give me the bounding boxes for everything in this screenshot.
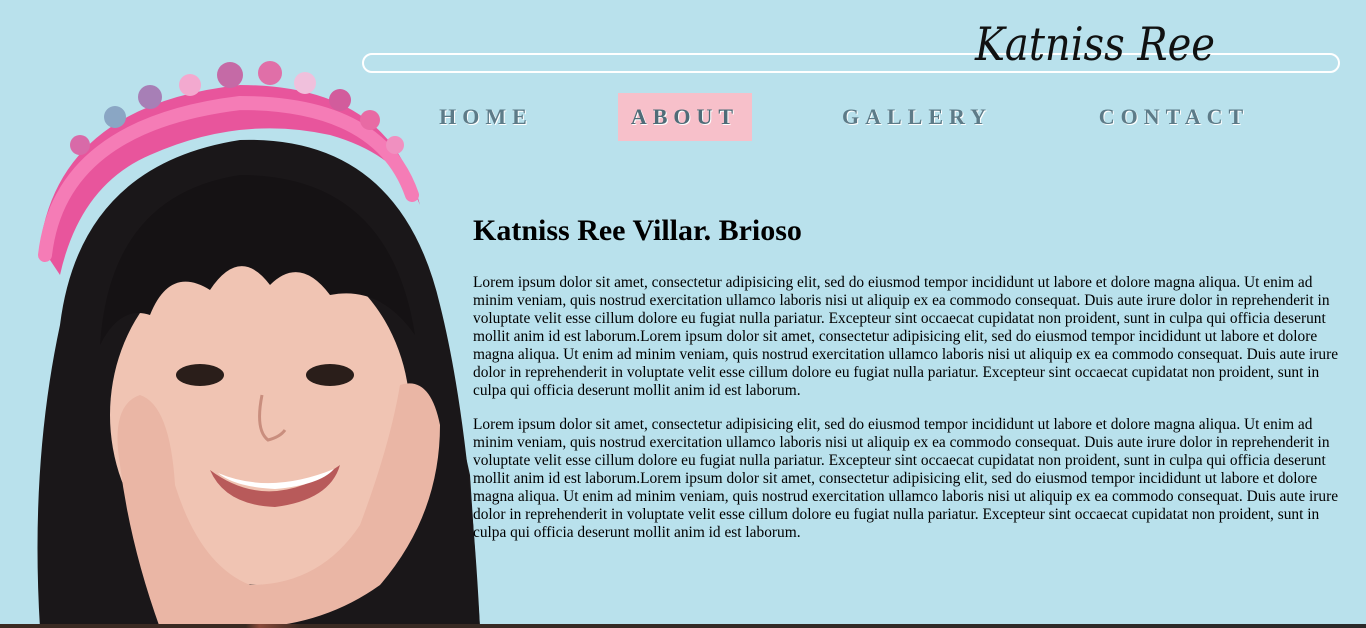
main-nav: HOME ABOUT GALLERY CONTACT (420, 93, 1280, 141)
site-logo[interactable]: Katniss Ree (974, 10, 1225, 80)
bottom-edge (0, 624, 1366, 628)
profile-name: Katniss Ree Villar. Brioso (473, 214, 802, 247)
nav-contact[interactable]: CONTACT (1091, 93, 1257, 141)
bio-paragraph-2: Lorem ipsum dolor sit amet, consectetur … (473, 416, 1339, 541)
nav-gallery[interactable]: GALLERY (835, 93, 999, 141)
page: Katniss Ree HOME ABOUT GALLERY CONTACT K… (0, 0, 1366, 628)
about-content: Katniss Ree Villar. Brioso Lorem ipsum d… (473, 210, 1341, 558)
profile-photo (0, 45, 490, 628)
bio-paragraph-1: Lorem ipsum dolor sit amet, consectetur … (473, 274, 1339, 399)
logo-text: Katniss Ree (974, 17, 1215, 71)
nav-home[interactable]: HOME (438, 93, 534, 141)
nav-about[interactable]: ABOUT (618, 93, 752, 141)
